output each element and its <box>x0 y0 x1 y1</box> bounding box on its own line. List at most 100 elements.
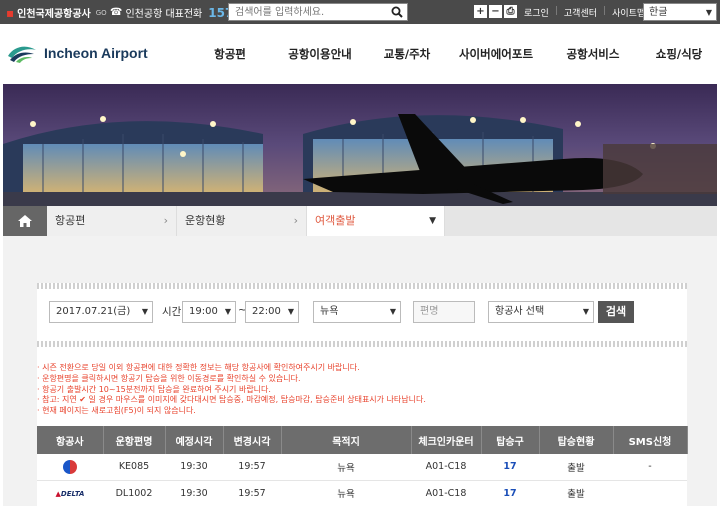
language-select[interactable]: 한글 ▼ <box>643 3 717 21</box>
destination-cell: 뉴욕 <box>281 454 411 481</box>
chevron-down-icon: ▼ <box>287 307 294 316</box>
search-icon[interactable] <box>390 6 404 20</box>
date-select[interactable]: 2017.07.21(금) ▼ <box>49 301 153 323</box>
flight-link[interactable]: KE085 <box>103 454 165 481</box>
destination-value: 뉴욕 <box>320 306 339 317</box>
breadcrumb: 항공편 › 운항현황 › 여객출발 ▼ <box>3 206 717 236</box>
logo-mark-icon <box>8 46 36 63</box>
divider: | <box>603 6 607 16</box>
search-button[interactable]: 검색 <box>598 301 634 323</box>
notice-item: · 운항편명을 클릭하시면 항공기 탑승을 위한 이동경로를 확인하실 수 있습… <box>37 373 301 383</box>
table-row: ▲DELTA DL1002 19:30 19:57 뉴욕 A01-C18 17 … <box>37 480 687 506</box>
col-destination: 목적지 <box>281 426 412 454</box>
nav-item-cyber-airport[interactable]: 사이버에어포트 <box>444 46 548 62</box>
airline-name: DELTA <box>60 489 85 498</box>
divider: | <box>554 6 558 16</box>
airline-select[interactable]: 항공사 선택 ▼ <box>488 301 594 323</box>
table-row: KE085 19:30 19:57 뉴욕 A01-C18 17 출발 - <box>37 454 687 481</box>
delta-logo-icon: ▲DELTA <box>55 489 85 498</box>
language-value: 한글 <box>649 7 668 18</box>
destination-select[interactable]: 뉴욕 ▼ <box>313 301 401 323</box>
notice-item: · 현재 페이지는 새로고침(F5)이 되지 않습니다. <box>37 406 196 416</box>
scheduled-time: 19:30 <box>165 480 223 506</box>
corp-go: GO <box>95 8 107 17</box>
search-filter: 2017.07.21(금) ▼ 시간 19:00 ▼ ~ 22:00 ▼ 뉴욕 … <box>37 301 687 323</box>
content-area: 2017.07.21(금) ▼ 시간 19:00 ▼ ~ 22:00 ▼ 뉴욕 … <box>3 236 717 506</box>
time-to-select[interactable]: 22:00 ▼ <box>245 301 299 323</box>
breadcrumb-label: 항공편 <box>55 214 86 227</box>
nav-item-flights[interactable]: 항공편 <box>190 46 270 62</box>
breadcrumb-departures[interactable]: 여객출발 ▼ <box>307 206 445 236</box>
airline-cell: ▲DELTA <box>37 480 103 506</box>
notice-item: · 참고: 지연 ✔ 일 경우 마우스를 이미지에 갖다대시면 탑승중, 마감예… <box>37 395 426 405</box>
sitemap-link[interactable]: 사이트맵 <box>612 6 645 19</box>
status-cell: 출발 <box>539 480 613 506</box>
login-link[interactable]: 로그인 <box>524 6 549 19</box>
utility-bar: ▪ 인천국제공항공사 GO ☎ 인천공항 대표전화 1577-2600 + − … <box>0 0 720 24</box>
phone-label: 인천공항 대표전화 <box>125 9 203 20</box>
chevron-down-icon: ▼ <box>141 307 148 316</box>
time-from-select[interactable]: 19:00 ▼ <box>182 301 236 323</box>
col-flight: 운항편명 <box>103 426 166 454</box>
hero-banner <box>3 84 717 206</box>
corp-link[interactable]: ▪ 인천국제공항공사 GO <box>6 5 107 21</box>
print-icon[interactable]: ⎙ <box>504 5 517 18</box>
korean-air-logo-icon <box>63 459 77 474</box>
header: Incheon Airport 항공편 공항이용안내 교통/주차 사이버에어포트… <box>0 24 720 84</box>
col-airline: 항공사 <box>37 426 104 454</box>
status-cell: 출발 <box>539 454 613 481</box>
breadcrumb-flights[interactable]: 항공편 › <box>47 206 177 236</box>
nav-item-transport[interactable]: 교통/주차 <box>370 46 444 62</box>
col-sms: SMS신청 <box>613 426 688 454</box>
divider <box>37 283 687 289</box>
flight-link[interactable]: DL1002 <box>103 480 165 506</box>
breadcrumb-label: 운항현황 <box>185 214 226 227</box>
table-header-row: 항공사 운항편명 예정시각 변경시각 목적지 체크인카운터 탑승구 탑승현황 S… <box>37 426 688 454</box>
sms-cell[interactable]: - <box>613 454 687 481</box>
departures-panel: 2017.07.21(금) ▼ 시간 19:00 ▼ ~ 22:00 ▼ 뉴욕 … <box>37 283 688 506</box>
logo[interactable]: Incheon Airport <box>6 42 148 64</box>
col-changed: 변경시각 <box>223 426 282 454</box>
font-tools: + − ⎙ <box>474 5 517 18</box>
logo-text: Incheon Airport <box>44 45 148 61</box>
breadcrumb-label: 여객출발 <box>315 214 356 227</box>
sms-cell[interactable] <box>613 480 687 506</box>
departures-table: 항공사 운항편명 예정시각 변경시각 목적지 체크인카운터 탑승구 탑승현황 S… <box>37 426 688 506</box>
chevron-down-icon: ▼ <box>705 8 712 17</box>
divider <box>37 341 687 347</box>
col-gate: 탑승구 <box>481 426 540 454</box>
airline-placeholder: 항공사 선택 <box>495 306 545 317</box>
chevron-down-icon: ▼ <box>582 307 589 316</box>
chevron-right-icon: › <box>163 214 168 227</box>
notice-list: · 시즌 전환으로 당일 이외 항공편에 대한 정확한 정보는 해당 항공사에 … <box>37 363 687 417</box>
customer-center-link[interactable]: 고객센터 <box>564 6 597 19</box>
col-checkin: 체크인카운터 <box>411 426 482 454</box>
notice-item: · 항공기 출발시간 10~15분전까지 탑승을 완료하여 주시기 바랍니다. <box>37 384 271 394</box>
checkin-cell: A01-C18 <box>411 454 481 481</box>
breadcrumb-flight-status[interactable]: 운항현황 › <box>177 206 307 236</box>
utility-links: 로그인 | 고객센터 | 사이트맵 <box>524 6 645 19</box>
time-to-value: 22:00 <box>252 306 281 317</box>
home-icon[interactable] <box>3 206 47 236</box>
flight-number-placeholder: 편명 <box>420 306 439 317</box>
airline-cell <box>37 454 103 481</box>
changed-time: 19:57 <box>223 454 281 481</box>
nav-item-shopping[interactable]: 쇼핑/식당 <box>638 46 720 62</box>
search-box <box>228 3 408 21</box>
destination-cell: 뉴욕 <box>281 480 411 506</box>
time-label: 시간 <box>162 306 182 318</box>
checkin-cell: A01-C18 <box>411 480 481 506</box>
zoom-in-icon[interactable]: + <box>474 5 487 18</box>
nav-item-airport-guide[interactable]: 공항이용안내 <box>270 46 370 62</box>
zoom-out-icon[interactable]: − <box>489 5 502 18</box>
chevron-down-icon: ▼ <box>224 307 231 316</box>
main-nav: 항공편 공항이용안내 교통/주차 사이버에어포트 공항서비스 쇼핑/식당 <box>190 46 720 62</box>
scheduled-time: 19:30 <box>165 454 223 481</box>
col-status: 탑승현황 <box>539 426 614 454</box>
gate-cell: 17 <box>481 480 539 506</box>
bullet-icon: ▪ <box>6 5 15 20</box>
search-input[interactable] <box>229 4 379 20</box>
col-scheduled: 예정시각 <box>165 426 224 454</box>
nav-item-services[interactable]: 공항서비스 <box>548 46 638 62</box>
flight-number-input[interactable]: 편명 <box>413 301 475 323</box>
